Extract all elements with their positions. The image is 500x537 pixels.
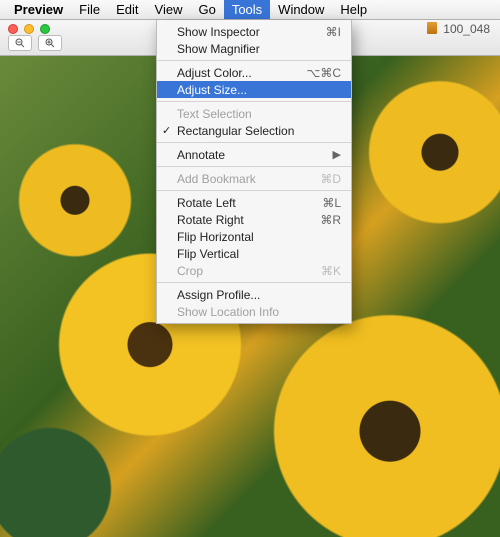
- menu-item-add-bookmark: Add Bookmark⌘D: [157, 170, 351, 187]
- menu-tools[interactable]: Tools: [224, 0, 270, 19]
- magnifier-minus-icon: [15, 38, 25, 48]
- menu-go[interactable]: Go: [190, 0, 223, 19]
- menu-item-label: Show Inspector: [177, 25, 326, 39]
- menu-item-label: Adjust Size...: [177, 83, 341, 97]
- menu-item-adjust-color[interactable]: Adjust Color...⌥⌘C: [157, 64, 351, 81]
- menu-item-shortcut: ⌥⌘C: [307, 66, 342, 80]
- menu-item-label: Flip Vertical: [177, 247, 341, 261]
- menu-item-annotate[interactable]: Annotate▶: [157, 146, 351, 163]
- menu-edit[interactable]: Edit: [108, 0, 146, 19]
- menu-item-show-location-info: Show Location Info: [157, 303, 351, 320]
- menu-item-label: Rectangular Selection: [177, 124, 341, 138]
- menu-item-rectangular-selection[interactable]: ✓ Rectangular Selection: [157, 122, 351, 139]
- window-title: 100_048: [427, 22, 490, 36]
- menu-item-flip-horizontal[interactable]: Flip Horizontal: [157, 228, 351, 245]
- menu-item-shortcut: ⌘L: [322, 196, 341, 210]
- menu-item-show-inspector[interactable]: Show Inspector⌘I: [157, 23, 351, 40]
- menu-view[interactable]: View: [147, 0, 191, 19]
- menu-item-label: Flip Horizontal: [177, 230, 341, 244]
- menu-help[interactable]: Help: [332, 0, 375, 19]
- menu-item-show-magnifier[interactable]: Show Magnifier: [157, 40, 351, 57]
- submenu-arrow-icon: ▶: [333, 148, 341, 161]
- menu-file[interactable]: File: [71, 0, 108, 19]
- menu-window[interactable]: Window: [270, 0, 332, 19]
- minimize-window-button[interactable]: [24, 24, 34, 34]
- menu-item-label: Annotate: [177, 148, 333, 162]
- menu-item-shortcut: ⌘D: [320, 172, 341, 186]
- menu-item-shortcut: ⌘I: [326, 25, 341, 39]
- menu-item-shortcut: ⌘R: [320, 213, 341, 227]
- tools-menu-dropdown: Show Inspector⌘I Show Magnifier Adjust Col…: [156, 20, 352, 324]
- traffic-lights: [8, 24, 50, 34]
- document-icon: [427, 22, 437, 34]
- checkmark-icon: ✓: [162, 124, 171, 137]
- menu-item-rotate-right[interactable]: Rotate Right⌘R: [157, 211, 351, 228]
- menu-item-flip-vertical[interactable]: Flip Vertical: [157, 245, 351, 262]
- zoom-out-button[interactable]: [8, 35, 32, 51]
- menu-item-label: Rotate Right: [177, 213, 320, 227]
- menu-item-label: Show Magnifier: [177, 42, 341, 56]
- close-window-button[interactable]: [8, 24, 18, 34]
- zoom-in-button[interactable]: [38, 35, 62, 51]
- magnifier-plus-icon: [45, 38, 55, 48]
- window-title-text: 100_048: [443, 22, 490, 36]
- menu-item-label: Crop: [177, 264, 321, 278]
- menu-item-adjust-size[interactable]: Adjust Size...: [157, 81, 351, 98]
- menu-item-shortcut: ⌘K: [321, 264, 341, 278]
- menu-item-label: Text Selection: [177, 107, 341, 121]
- menu-item-label: Show Location Info: [177, 305, 341, 319]
- menu-item-rotate-left[interactable]: Rotate Left⌘L: [157, 194, 351, 211]
- menu-item-label: Add Bookmark: [177, 172, 320, 186]
- menu-item-text-selection: Text Selection: [157, 105, 351, 122]
- menu-item-label: Adjust Color...: [177, 66, 307, 80]
- zoom-window-button[interactable]: [40, 24, 50, 34]
- menu-item-assign-profile[interactable]: Assign Profile...: [157, 286, 351, 303]
- app-name: Preview: [6, 0, 71, 19]
- menu-item-crop: Crop⌘K: [157, 262, 351, 279]
- menu-item-label: Rotate Left: [177, 196, 322, 210]
- menubar: Preview FileEditViewGoToolsWindowHelp: [0, 0, 500, 20]
- menu-item-label: Assign Profile...: [177, 288, 341, 302]
- toolbar: [8, 35, 62, 51]
